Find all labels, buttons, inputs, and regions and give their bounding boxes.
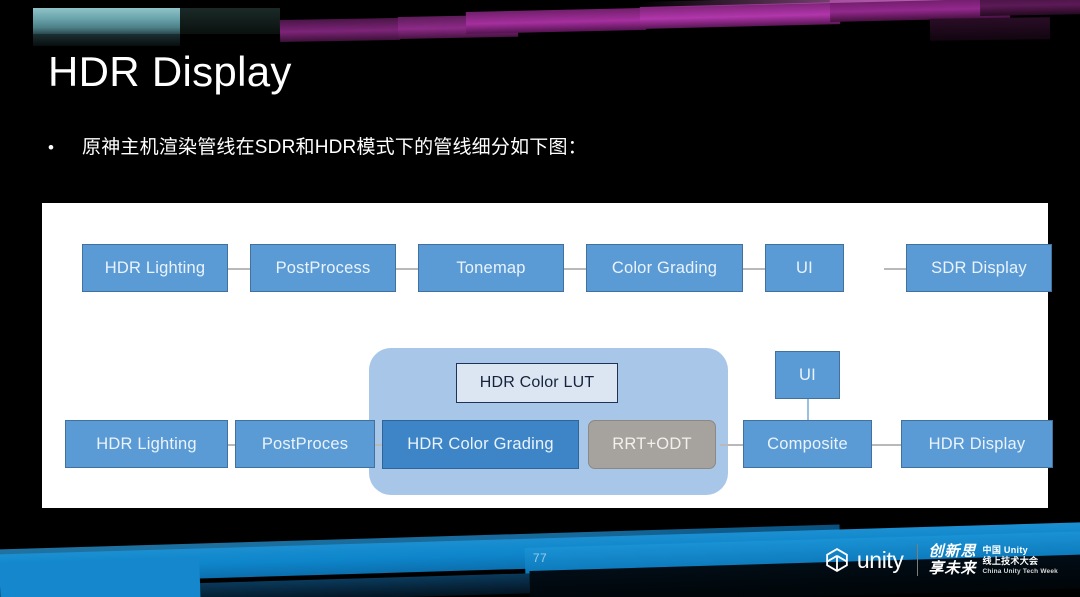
connector-sdr-1 — [228, 268, 250, 270]
banner-teal-block — [33, 8, 180, 34]
node-hdr-composite[interactable]: Composite — [743, 420, 872, 468]
banner-magenta-band-6 — [979, 0, 1080, 16]
event-subtitle: 中国 Unity 线上技术大会 China Unity Tech Week — [983, 545, 1058, 576]
diagram-panel: HDR Lighting PostProcess Tonemap Color G… — [42, 203, 1053, 508]
node-sdr-tonemap[interactable]: Tonemap — [418, 244, 564, 292]
node-hdr-color-lut[interactable]: HDR Color LUT — [456, 363, 618, 403]
unity-logo-icon — [824, 547, 850, 573]
node-label: Color Grading — [611, 258, 718, 277]
event-subtitle-line1: 中国 Unity — [982, 544, 1028, 555]
node-label: HDR Display — [928, 434, 1026, 453]
node-label: Composite — [767, 434, 848, 453]
node-label: PostProcess — [275, 258, 371, 277]
node-label: SDR Display — [931, 258, 1027, 277]
connector-sdr-3 — [564, 268, 586, 270]
node-label: PostProces — [261, 434, 349, 453]
connector-sdr-2 — [396, 268, 418, 270]
event-subtitle-line2: 线上技术大会 — [982, 555, 1039, 566]
node-label: RRT+ODT — [612, 435, 692, 453]
connector-sdr-4 — [743, 268, 765, 270]
bullet-text: 原神主机渲染管线在SDR和HDR模式下的管线细分如下图： — [82, 137, 587, 158]
event-slogan-line1: 创新思 — [928, 543, 977, 560]
node-hdr-hdr-lighting[interactable]: HDR Lighting — [65, 420, 228, 468]
event-slogan-line2: 享未来 — [928, 560, 977, 577]
node-label: HDR Color Grading — [407, 435, 554, 453]
node-sdr-ui[interactable]: UI — [765, 244, 844, 292]
node-label: HDR Color LUT — [479, 374, 595, 391]
node-label: Tonemap — [456, 258, 526, 277]
node-hdr-display[interactable]: HDR Display — [901, 420, 1053, 468]
bullet-item: • 原神主机渲染管线在SDR和HDR模式下的管线细分如下图： — [48, 132, 587, 159]
node-hdr-postproces[interactable]: PostProces — [235, 420, 375, 468]
node-hdr-color-grading[interactable]: HDR Color Grading — [382, 420, 579, 469]
event-subtitle-line3: China Unity Tech Week — [982, 567, 1058, 575]
banner-magenta-band-1 — [279, 17, 401, 42]
connector-hdr-3 — [720, 444, 743, 446]
footer-divider — [916, 544, 918, 576]
page-title: HDR Display — [48, 48, 292, 95]
banner-teal-fade — [33, 34, 180, 46]
node-sdr-hdr-lighting[interactable]: HDR Lighting — [82, 244, 228, 292]
event-slogan: 创新思 享未来 — [929, 543, 977, 577]
banner-dark-block — [180, 8, 280, 34]
node-label: HDR Lighting — [104, 258, 206, 277]
node-hdr-rrt-odt[interactable]: RRT+ODT — [588, 420, 716, 469]
node-hdr-ui[interactable]: UI — [775, 351, 840, 399]
banner-magenta-band-3 — [465, 7, 647, 34]
connector-hdr-4 — [872, 444, 901, 446]
slide-canvas: HDR Display • 原神主机渲染管线在SDR和HDR模式下的管线细分如下… — [0, 0, 1080, 597]
unity-wordmark: unity — [856, 546, 904, 573]
footer-branding: unity 创新思 享未来 中国 Unity 线上技术大会 China Unit… — [824, 538, 1058, 582]
node-sdr-postprocess[interactable]: PostProcess — [250, 244, 396, 292]
node-label: HDR Lighting — [96, 434, 197, 453]
banner-dark-overlay — [929, 17, 1051, 41]
node-label: UI — [799, 365, 816, 384]
connector-sdr-5 — [884, 268, 906, 270]
node-sdr-color-grading[interactable]: Color Grading — [586, 244, 743, 292]
bullet-marker-icon: • — [48, 138, 54, 157]
node-sdr-display[interactable]: SDR Display — [906, 244, 1052, 292]
node-label: UI — [796, 258, 813, 277]
top-decoration-banner — [0, 0, 1080, 46]
